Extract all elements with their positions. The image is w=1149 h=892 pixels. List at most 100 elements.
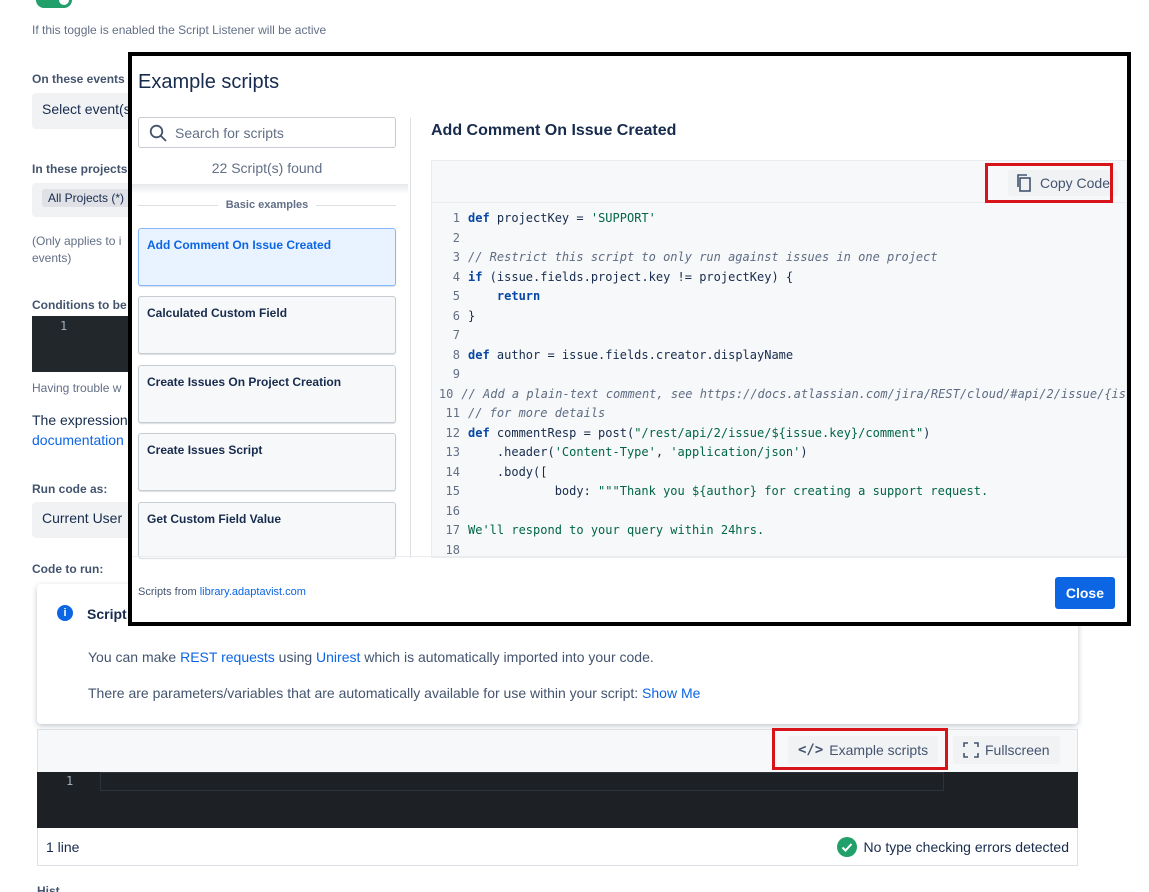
search-icon [149, 124, 167, 142]
code-line-number: 15 [445, 484, 460, 498]
code-line-text: .header('Content-Type', 'application/jso… [468, 445, 808, 459]
code-line: 6} [432, 307, 1126, 327]
code-line-number: 14 [445, 464, 460, 479]
code-line-text: // Restrict this script to only run agai… [468, 250, 938, 264]
script-item-add-comment[interactable]: Add Comment On Issue Created [138, 228, 396, 286]
rest-requests-link[interactable]: REST requests [180, 649, 275, 665]
code-line-number: 9 [452, 367, 460, 381]
projects-help-2: events) [32, 251, 72, 265]
fullscreen-label: Fullscreen [985, 742, 1050, 758]
code-line-text: } [468, 308, 476, 323]
code-line-text: .body([ [468, 464, 548, 479]
code-line: 14 .body([ [432, 463, 1126, 483]
code-lines: 1 def projectKey = 'SUPPORT' 2 3 // Restrict… [432, 209, 1126, 557]
type-check-text: No type checking errors detected [863, 838, 1069, 855]
code-line-number: 4 [452, 269, 460, 284]
toggle-help-text: If this toggle is enabled the Script Lis… [32, 23, 327, 37]
code-line: 10 // Add a plain-text comment, see https… [432, 385, 1126, 405]
list-shadow [132, 184, 408, 194]
code-line-text: return [496, 289, 541, 303]
scripts-source-prefix: Scripts from [138, 586, 200, 598]
script-item-get-custom-field[interactable]: Get Custom Field Value [138, 502, 396, 558]
script-item-calculated-field[interactable]: Calculated Custom Field [138, 296, 396, 354]
info-icon: i [57, 605, 73, 621]
example-scripts-highlight [772, 728, 948, 770]
code-line-number: 12 [445, 425, 460, 440]
code-line: 17 We'll respond to your query within 24h… [432, 521, 1126, 541]
events-label: On these events [32, 72, 125, 86]
code-line: 12 def commentResp = post("/rest/api/2/is… [432, 424, 1126, 444]
info-line2-text: There are parameters/variables that are … [88, 685, 643, 701]
code-line: 8 def author = issue.fields.creator.displ… [432, 346, 1126, 366]
script-item-label: Get Custom Field Value [147, 512, 282, 526]
code-line: 9 [432, 365, 1126, 385]
selected-script-title: Add Comment On Issue Created [431, 122, 677, 139]
code-line-number: 7 [452, 328, 460, 342]
code-line: 5 return [432, 287, 1126, 307]
copy-code-highlight [985, 163, 1113, 203]
script-item-label: Create Issues On Project Creation [147, 375, 342, 389]
code-line-text: body: """Thank you ${author} for creatin… [468, 484, 989, 498]
code-line-number: 2 [452, 230, 460, 245]
code-line: 7 [432, 326, 1126, 346]
close-button[interactable]: Close [1054, 577, 1115, 609]
projects-tag: All Projects (*) [42, 189, 131, 207]
active-line-highlight [100, 772, 944, 791]
code-line-number: 11 [445, 406, 460, 420]
info-line1-mid: using [274, 649, 317, 665]
script-item-create-issues-project[interactable]: Create Issues On Project Creation [138, 365, 396, 423]
code-preview: Copy Code 1 def projectKey = 'SUPPORT' 2 3/… [431, 160, 1127, 558]
show-me-link[interactable]: Show Me [642, 685, 700, 701]
script-search-input[interactable]: Search for scripts [138, 117, 396, 148]
code-line-number: 6 [452, 308, 460, 323]
history-label: Hist [37, 884, 60, 892]
code-line: 13 .header('Content-Type', 'application/… [432, 443, 1126, 463]
info-line-params: There are parameters/variables that are … [88, 685, 700, 701]
run-as-select[interactable]: Current User [32, 502, 142, 538]
code-line: 4 if (issue.fields.project.key != project… [432, 268, 1126, 288]
script-item-label: Calculated Custom Field [147, 306, 288, 320]
run-as-label: Run code as: [32, 482, 108, 496]
check-circle-icon [836, 836, 857, 857]
info-line-rest: You can make REST requests using Unirest… [88, 649, 654, 665]
code-line-number: 3 [452, 250, 460, 264]
section-divider-right [316, 204, 396, 206]
expression-text: The expression [32, 412, 128, 428]
code-line-number: 13 [445, 445, 460, 459]
script-item-label: Add Comment On Issue Created [147, 238, 332, 252]
script-item-create-issues-script[interactable]: Create Issues Script [138, 433, 396, 491]
conditions-editor[interactable]: 1 [32, 316, 132, 372]
code-line: 16 [432, 502, 1126, 522]
search-placeholder: Search for scripts [175, 124, 284, 141]
modal-footer-divider [132, 556, 1127, 557]
editor-status-bar: 1 line No type checking errors detected [37, 828, 1078, 866]
code-editor[interactable]: 1 [37, 772, 1078, 828]
conditions-label: Conditions to be [32, 298, 127, 312]
adaptavist-library-link[interactable]: library.adaptavist.com [200, 586, 306, 598]
info-card-title: Script [87, 606, 127, 622]
section-label: Basic examples [225, 199, 309, 211]
code-line-text: // Add a plain-text comment, see https:/… [461, 386, 1126, 401]
fullscreen-button[interactable]: Fullscreen [953, 736, 1060, 764]
events-select-placeholder: Select event(s) [42, 101, 136, 117]
documentation-link[interactable]: documentation [32, 432, 124, 448]
modal-divider [410, 118, 411, 558]
example-scripts-modal: Example scripts Search for scripts 22 Sc… [128, 52, 1131, 626]
scripts-found-count: 22 Script(s) found [211, 160, 323, 176]
code-line-number: 5 [452, 289, 460, 303]
code-line-number: 10 [438, 386, 454, 401]
code-line-text: def projectKey = 'SUPPORT' [468, 211, 656, 225]
unirest-link[interactable]: Unirest [316, 649, 360, 665]
section-heading: Basic examples [138, 199, 396, 211]
editor-line-number: 1 [66, 774, 74, 788]
info-line1-text: You can make [88, 649, 181, 665]
type-check-status: No type checking errors detected [836, 836, 1069, 857]
code-line: 15 body: """Thank you ${author} for crea… [432, 482, 1126, 502]
code-line-number: 8 [452, 347, 460, 362]
listener-toggle[interactable] [36, 0, 72, 8]
code-line-text: // for more details [468, 406, 606, 420]
